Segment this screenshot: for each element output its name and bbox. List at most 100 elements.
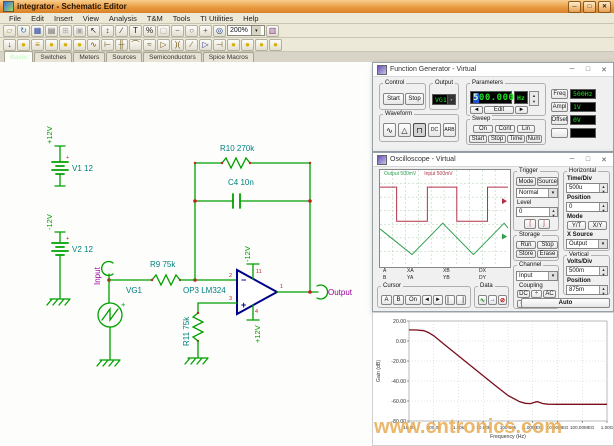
chevron-down-icon[interactable]: ▾	[447, 95, 455, 104]
fg-digit-left-button[interactable]: ◄	[470, 106, 483, 114]
tab-semiconductors[interactable]: Semiconductors	[143, 52, 202, 62]
zoom-out-button[interactable]: −	[171, 25, 184, 37]
delete-button[interactable]: ▢	[157, 25, 170, 37]
component-current-source-button[interactable]: ●	[45, 39, 58, 51]
maximize-button[interactable]: □	[583, 1, 596, 13]
fg-start-button[interactable]: Start	[383, 93, 404, 105]
oscilloscope-titlebar[interactable]: Oscilloscope - Virtual ─ □ ✕	[373, 153, 613, 167]
tab-sources[interactable]: Sources	[106, 52, 142, 62]
voltsdiv-input[interactable]: 500m▲▼	[566, 266, 608, 276]
zoom-combobox[interactable]: 200% ▾	[227, 25, 265, 36]
fg-sweep-start-button[interactable]: Start	[469, 135, 487, 143]
cursor-button-[interactable]: ▏	[445, 295, 455, 305]
storage-store-button[interactable]: Store	[516, 250, 536, 258]
trigger-falling-edge-button[interactable]: ⌡	[538, 219, 550, 229]
xsource-select[interactable]: Output▾	[566, 239, 608, 249]
component-resistor-button[interactable]: ∿	[87, 39, 100, 51]
component-battery-button[interactable]: ≡	[31, 39, 44, 51]
fg-stop-button[interactable]: Stop	[405, 93, 424, 105]
menu-insert[interactable]: Insert	[49, 14, 78, 23]
fg-sweep-cont-button[interactable]: Cont	[495, 125, 515, 133]
pen-button[interactable]: ∕	[115, 25, 128, 37]
open-button[interactable]: ▱	[3, 25, 16, 37]
select-button[interactable]: ↕	[101, 25, 114, 37]
coupling-ac-button[interactable]: AC	[543, 290, 556, 298]
minimize-icon[interactable]: ─	[567, 66, 577, 74]
coupling-dc-button[interactable]: DC	[517, 290, 530, 298]
data-copy-button[interactable]: →	[488, 295, 497, 305]
component-potentiometer-button[interactable]: ⊢	[101, 39, 114, 51]
fg-digit-right-button[interactable]: ►	[515, 106, 528, 114]
cursor-button-b[interactable]: B	[393, 295, 404, 305]
fg-output-select[interactable]: VG1 ▾	[432, 94, 456, 105]
trigger-level-input[interactable]: 0▲▼	[516, 207, 558, 217]
tab-switches[interactable]: Switches	[34, 52, 72, 62]
trigger-source-button[interactable]: Source	[537, 177, 558, 186]
waveform-triangle-button[interactable]: △	[398, 123, 411, 137]
print-button[interactable]: ▤	[45, 25, 58, 37]
coupling-gnd-button[interactable]: ÷	[531, 290, 542, 298]
v-position-input[interactable]: 875m▲▼	[566, 285, 608, 295]
component-jumper-button[interactable]: ⊣	[213, 39, 226, 51]
waveform-square-button[interactable]: ⊓	[413, 123, 426, 137]
fg-blank-button[interactable]	[551, 128, 568, 138]
menu-view[interactable]: View	[78, 14, 104, 23]
cursor-button-[interactable]: ◄	[422, 295, 432, 305]
tab-basic[interactable]: Basic	[4, 51, 33, 62]
fg-sweep-lin-button[interactable]: Lin	[517, 125, 535, 133]
fg-edit-button[interactable]: Edit	[484, 106, 514, 114]
component-inductor-button[interactable]: ⌒	[129, 39, 142, 51]
waveform-arb-button[interactable]: ARB	[443, 123, 456, 137]
timediv-input[interactable]: 500u▲▼	[566, 183, 608, 193]
data-curve-button[interactable]: ∿	[478, 295, 487, 305]
component-wattmeter-button[interactable]: ●	[255, 39, 268, 51]
component-switch-button[interactable]: ∕	[185, 39, 198, 51]
waveform-dc-button[interactable]: DC	[428, 123, 441, 137]
chevron-down-icon[interactable]: ▾	[251, 26, 261, 35]
component-capacitor-button[interactable]: ╫	[115, 39, 128, 51]
component-oscilloscope-src-button[interactable]: ●	[269, 39, 282, 51]
close-button[interactable]: ✕	[598, 1, 611, 13]
component-voltage-source-button[interactable]: ●	[17, 39, 30, 51]
storage-erase-button[interactable]: Erase	[537, 250, 558, 258]
paste-button[interactable]: ▣	[73, 25, 86, 37]
reload-button[interactable]: ↻	[17, 25, 30, 37]
component-wire-button[interactable]: ↓	[3, 39, 16, 51]
close-icon[interactable]: ✕	[599, 156, 609, 164]
channel-select[interactable]: Input▾	[516, 271, 558, 281]
component-diode-button[interactable]: ▷	[157, 39, 170, 51]
minimize-icon[interactable]: ─	[567, 156, 577, 164]
data-erase-button[interactable]: ⊘	[498, 295, 507, 305]
mode-yt-button[interactable]: Y/T	[567, 221, 586, 230]
magnifier-button[interactable]: ◎	[213, 25, 226, 37]
text-button[interactable]: T	[129, 25, 142, 37]
copy-button[interactable]: ⊞	[59, 25, 72, 37]
fg-freq-button[interactable]: Freq	[551, 89, 568, 99]
cursor-button-on[interactable]: On	[405, 295, 421, 305]
component-voltmeter-button[interactable]: ●	[227, 39, 240, 51]
trigger-rising-edge-button[interactable]: ⌠	[524, 219, 536, 229]
fg-offset-button[interactable]: Offset	[551, 115, 568, 125]
menu-analysis[interactable]: Analysis	[104, 14, 142, 23]
percent-button[interactable]: %	[143, 25, 156, 37]
menu-tools[interactable]: Tools	[168, 14, 196, 23]
h-position-input[interactable]: 0▲▼	[566, 202, 608, 212]
storage-run-button[interactable]: Run	[516, 241, 536, 249]
close-icon[interactable]: ✕	[599, 66, 609, 74]
component-opamp-button[interactable]: ▷	[199, 39, 212, 51]
scope-auto-button[interactable]: Auto	[521, 298, 610, 308]
fg-sweep-stop-button[interactable]: Stop	[488, 135, 506, 143]
maximize-icon[interactable]: □	[583, 156, 593, 164]
fg-ampl-button[interactable]: Ampl	[551, 102, 568, 112]
fg-frequency-display[interactable]: 500.0000	[470, 91, 512, 104]
save-button[interactable]: ▦	[31, 25, 44, 37]
cursor-button-[interactable]: ▕	[456, 295, 466, 305]
storage-stop-button[interactable]: Stop	[537, 241, 558, 249]
menu-file[interactable]: File	[4, 14, 26, 23]
tab-spice-macros[interactable]: Spice Macros	[203, 52, 254, 62]
tab-meters[interactable]: Meters	[73, 52, 105, 62]
fg-sweep-on-button[interactable]: On	[473, 125, 493, 133]
trigger-mode-button[interactable]: Mode	[516, 177, 536, 186]
menu-help[interactable]: Help	[238, 14, 263, 23]
menu-ti-utilities[interactable]: TI Utilities	[195, 14, 238, 23]
